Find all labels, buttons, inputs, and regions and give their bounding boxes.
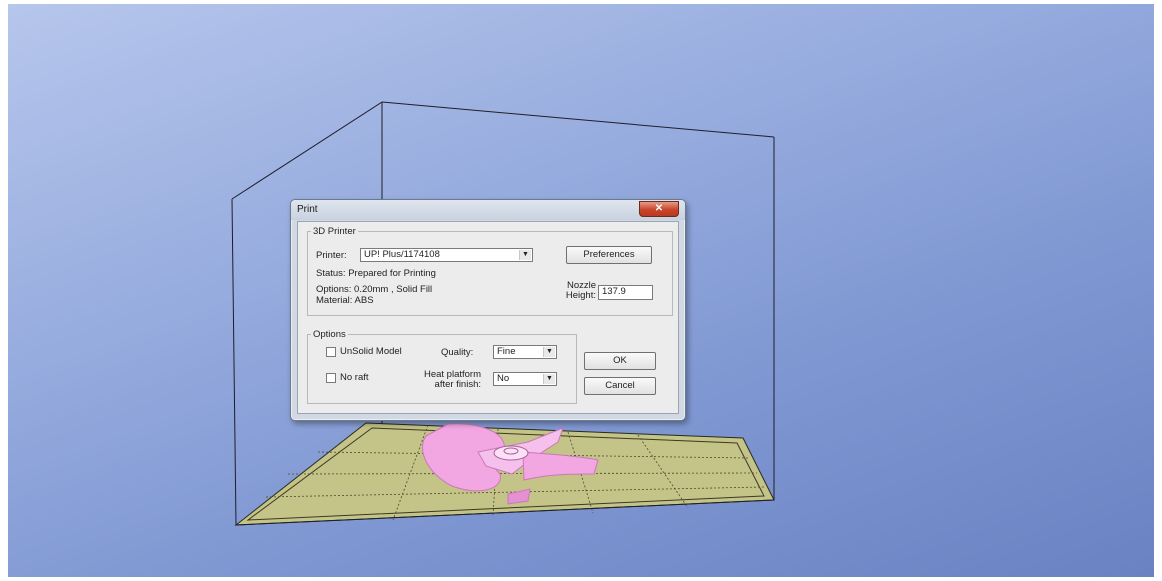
heat-label-line2: after finish: xyxy=(434,379,481,390)
unsolid-model-label[interactable]: UnSolid Model xyxy=(340,346,402,357)
nozzle-height-label: Nozzle Height: xyxy=(556,281,596,301)
ok-button[interactable]: OK xyxy=(584,352,656,370)
heat-platform-label: Heat platform after finish: xyxy=(403,370,481,390)
dialog-titlebar[interactable]: Print ✕ xyxy=(291,200,685,220)
quality-label: Quality: xyxy=(441,347,474,358)
nozzle-height-input[interactable]: 137.9 xyxy=(598,285,653,300)
unsolid-model-checkbox[interactable] xyxy=(326,347,336,357)
printer-select-value: UP! Plus/1174108 xyxy=(364,249,440,260)
chevron-down-icon[interactable]: ▼ xyxy=(543,374,555,384)
print-dialog[interactable]: Print ✕ 3D Printer Printer: UP! Plus/117… xyxy=(290,199,686,421)
close-button[interactable]: ✕ xyxy=(639,201,679,217)
printer-select[interactable]: UP! Plus/1174108 ▼ xyxy=(360,248,533,262)
no-raft-checkbox[interactable] xyxy=(326,373,336,383)
status-text: Status: Prepared for Printing xyxy=(316,268,436,279)
no-raft-label[interactable]: No raft xyxy=(340,372,369,383)
chevron-down-icon[interactable]: ▼ xyxy=(519,250,531,260)
quality-select[interactable]: Fine ▼ xyxy=(493,345,557,359)
quality-select-value: Fine xyxy=(497,346,516,357)
cancel-button[interactable]: Cancel xyxy=(584,377,656,395)
nozzle-label-line2: Height: xyxy=(565,290,596,301)
printer-group-legend: 3D Printer xyxy=(313,226,356,237)
options-text: Options: 0.20mm , Solid Fill xyxy=(316,284,433,295)
options-group-legend: Options xyxy=(313,329,346,340)
dialog-title: Print xyxy=(297,204,318,215)
material-text: Material: ABS xyxy=(316,295,374,306)
heat-platform-select[interactable]: No ▼ xyxy=(493,372,557,386)
build-platform xyxy=(234,422,775,526)
options-group: Options xyxy=(307,329,577,404)
3d-viewport[interactable]: Print ✕ 3D Printer Printer: UP! Plus/117… xyxy=(8,4,1154,577)
dialog-client-area: 3D Printer Printer: UP! Plus/1174108 ▼ P… xyxy=(297,221,679,414)
close-icon: ✕ xyxy=(654,203,664,214)
chevron-down-icon[interactable]: ▼ xyxy=(543,347,555,357)
printer-label: Printer: xyxy=(316,250,347,261)
preferences-button[interactable]: Preferences xyxy=(566,246,652,264)
heat-platform-select-value: No xyxy=(497,373,510,384)
